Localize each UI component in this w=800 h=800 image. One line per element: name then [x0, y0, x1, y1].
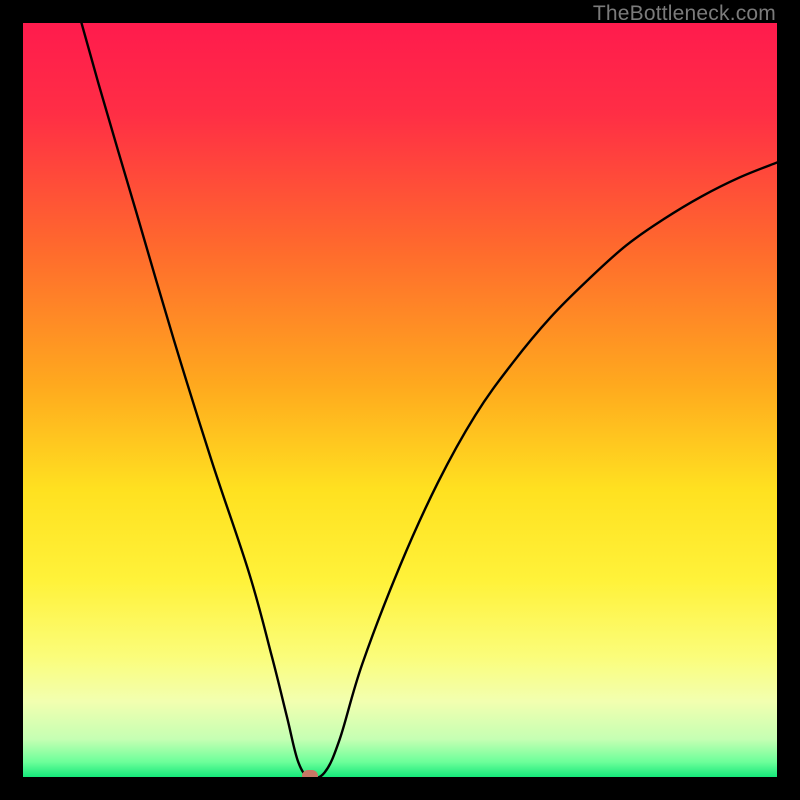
plot-area — [23, 23, 777, 777]
optimum-marker — [302, 770, 318, 777]
watermark-text: TheBottleneck.com — [593, 2, 776, 26]
chart-frame: TheBottleneck.com — [0, 0, 800, 800]
background-gradient — [23, 23, 777, 777]
